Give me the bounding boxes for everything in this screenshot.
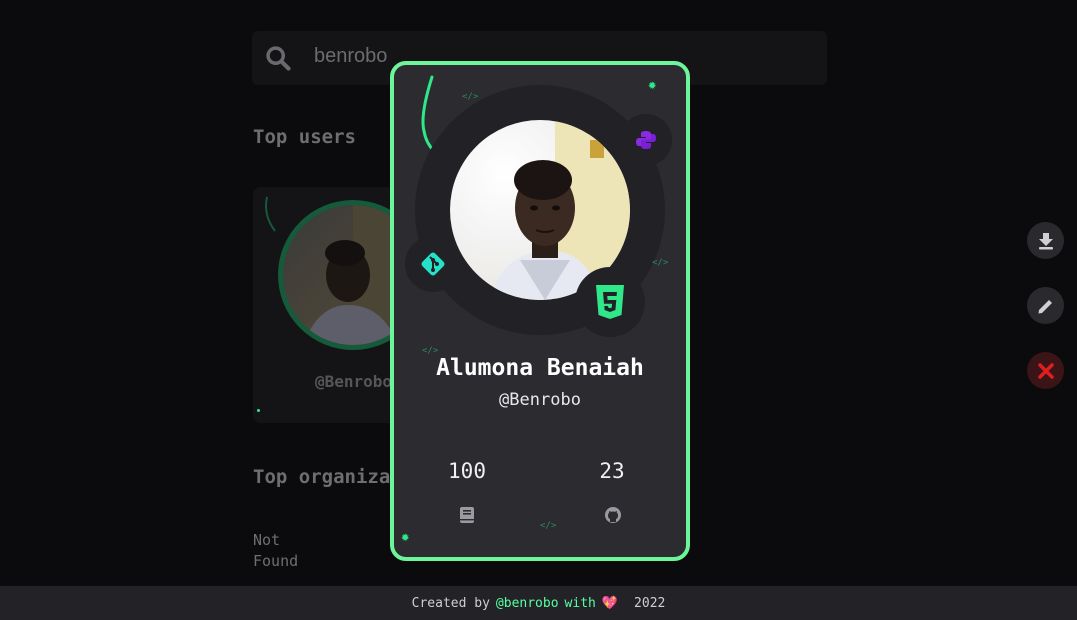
profile-card: </> </> </> </> ✹ ✹ Alumona Benaiah @Ben… xyxy=(390,61,690,561)
python-badge xyxy=(620,114,672,166)
top-user-handle: @Benrobo xyxy=(315,372,393,391)
html5-icon xyxy=(596,285,624,319)
profile-name: Alumona Benaiah xyxy=(436,355,644,381)
download-icon xyxy=(1038,232,1053,249)
code-decoration: </> xyxy=(652,258,669,268)
edit-button[interactable] xyxy=(1027,287,1064,324)
not-found-line: Found xyxy=(253,552,299,570)
author-link[interactable]: @benrobo xyxy=(496,596,559,611)
sparkle-decoration: ✹ xyxy=(648,77,657,93)
github-icon xyxy=(605,507,621,523)
html5-badge xyxy=(575,267,645,337)
profile-handle: @Benrobo xyxy=(499,390,581,410)
top-users-heading: Top users xyxy=(253,126,356,148)
top-user-card[interactable]: @Benrobo xyxy=(253,187,413,423)
git-badge xyxy=(405,236,461,292)
dot-decoration xyxy=(257,409,260,412)
not-found-message: Not Found xyxy=(253,530,298,572)
footer-year: 2022 xyxy=(634,595,666,611)
search-icon xyxy=(266,46,291,71)
book-icon xyxy=(460,507,474,523)
not-found-line: Not xyxy=(253,531,281,549)
sparkle-decoration: ✹ xyxy=(401,529,410,545)
download-button[interactable] xyxy=(1027,222,1064,259)
top-organizations-heading: Top organiza xyxy=(253,466,391,488)
footer-with: with xyxy=(564,595,596,611)
footer-text: Created by xyxy=(411,595,490,611)
edit-icon xyxy=(1038,299,1052,313)
squiggle-decoration xyxy=(265,196,276,232)
search-input[interactable]: benrobo xyxy=(314,45,387,68)
footer: Created by @benrobo with 💖 2022 xyxy=(0,586,1077,620)
code-decoration: </> xyxy=(540,521,557,531)
close-icon xyxy=(1037,362,1054,379)
python-icon xyxy=(636,131,656,149)
git-icon xyxy=(421,252,445,276)
github-count: 23 xyxy=(599,459,625,483)
close-button[interactable] xyxy=(1027,352,1064,389)
repos-count: 100 xyxy=(448,459,486,483)
heart-icon: 💖 xyxy=(601,595,619,611)
code-decoration: </> xyxy=(462,92,479,102)
